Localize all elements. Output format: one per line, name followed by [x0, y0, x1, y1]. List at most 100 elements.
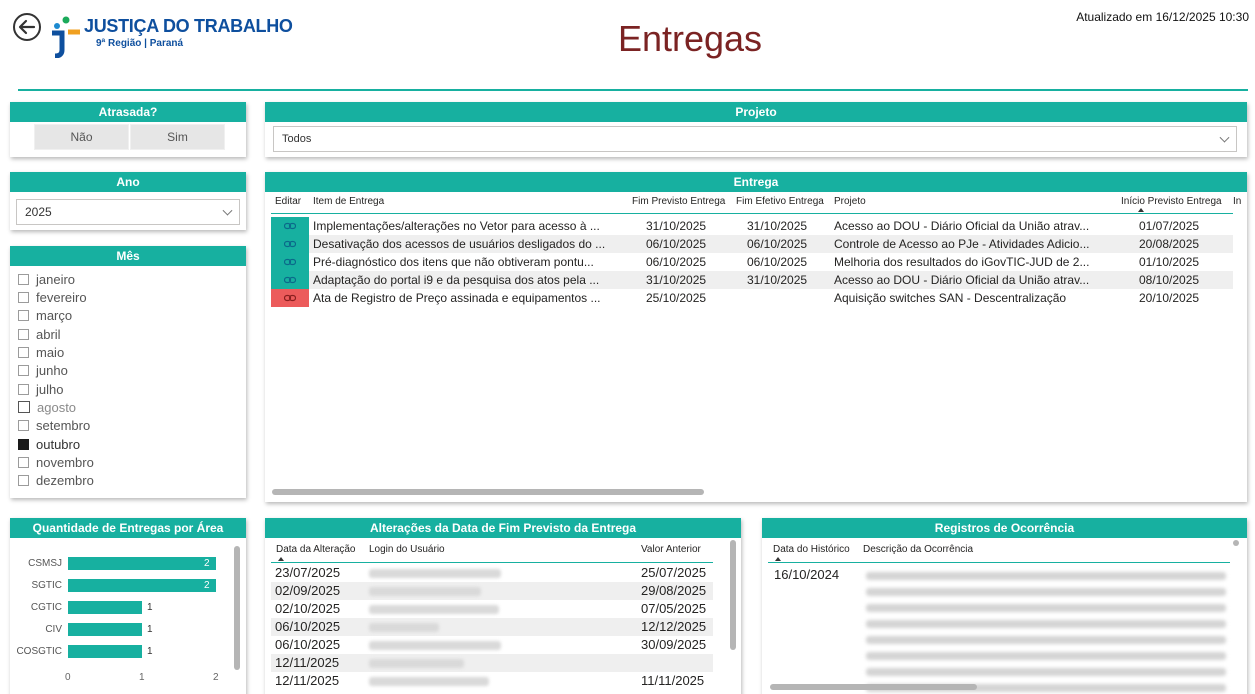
month-option[interactable]: setembro: [18, 416, 90, 434]
col-header-fim-efetivo[interactable]: Fim Efetivo Entrega: [736, 196, 824, 207]
edit-button[interactable]: [271, 217, 309, 235]
vertical-scrollbar[interactable]: [1233, 540, 1239, 546]
back-arrow-icon: [13, 13, 41, 41]
checkbox[interactable]: [18, 474, 29, 486]
fim-previsto: 25/10/2025: [646, 291, 707, 305]
projeto-name: Aquisição switches SAN - Descentralizaçã…: [834, 291, 1067, 305]
col-header-login[interactable]: Login do Usuário: [369, 544, 445, 555]
checkbox[interactable]: [18, 401, 30, 413]
month-option[interactable]: abril: [18, 325, 61, 343]
alteracoes-table: Alterações da Data de Fim Previsto da En…: [265, 518, 741, 694]
projeto-dropdown[interactable]: Todos: [273, 126, 1237, 152]
vertical-scrollbar[interactable]: [730, 540, 736, 650]
edit-button[interactable]: [271, 271, 309, 289]
bar-category-label: COSGTIC: [16, 646, 62, 657]
checkbox[interactable]: [18, 328, 29, 340]
table-row[interactable]: Desativação dos acessos de usuários desl…: [271, 235, 1233, 253]
checkbox[interactable]: [18, 364, 29, 376]
projeto-name: Acesso ao DOU - Diário Oficial da União …: [834, 219, 1090, 233]
back-button[interactable]: [12, 12, 42, 42]
checkbox[interactable]: [18, 383, 29, 395]
horizontal-scrollbar[interactable]: [770, 684, 977, 690]
bar-value-label: 1: [147, 624, 153, 635]
month-option[interactable]: maio: [18, 343, 64, 361]
month-option[interactable]: novembro: [18, 453, 94, 471]
table-row[interactable]: 12/11/2025: [271, 654, 713, 672]
col-header-fim-previsto[interactable]: Fim Previsto Entrega: [632, 196, 725, 207]
mes-slicer: Mês janeiro fevereiro março abril maio j…: [10, 246, 246, 498]
table-row[interactable]: 02/10/2025 07/05/2025: [271, 600, 713, 618]
table-row[interactable]: Pré-diagnóstico dos itens que não obtive…: [271, 253, 1233, 271]
edit-button[interactable]: [271, 253, 309, 271]
data-alteracao: 06/10/2025: [275, 637, 341, 652]
checkbox[interactable]: [18, 309, 29, 321]
justica-trabalho-logo: JUSTIÇA DO TRABALHO 9ª Região | Paraná: [48, 14, 293, 58]
bar[interactable]: [68, 645, 142, 658]
projeto-selected-value: Todos: [282, 133, 312, 145]
data-alteracao: 02/09/2025: [275, 583, 341, 598]
month-option[interactable]: fevereiro: [18, 288, 87, 306]
blurred-login: [369, 605, 499, 614]
month-option[interactable]: janeiro: [18, 270, 75, 288]
col-header-editar[interactable]: Editar: [275, 196, 301, 207]
data-alteracao: 12/11/2025: [275, 655, 340, 670]
entregas-por-area-chart: Quantidade de Entregas por Área CSMSJ 2 SG…: [10, 518, 246, 694]
checkbox-checked[interactable]: [18, 438, 29, 450]
edit-button[interactable]: [271, 289, 309, 307]
col-header-item[interactable]: Item de Entrega: [313, 196, 384, 207]
atrasada-nao-button[interactable]: Não: [34, 124, 129, 150]
checkbox[interactable]: [18, 346, 29, 358]
vertical-scrollbar[interactable]: [234, 546, 240, 670]
alteracoes-title: Alterações da Data de Fim Previsto da En…: [265, 518, 741, 538]
month-option[interactable]: março: [18, 306, 72, 324]
bar[interactable]: [68, 623, 142, 636]
bar-value-label: 1: [147, 646, 153, 657]
bar[interactable]: [68, 579, 216, 592]
blurred-login: [369, 659, 464, 668]
fim-efetivo: 06/10/2025: [747, 237, 808, 251]
inicio-previsto: 20/10/2025: [1139, 291, 1200, 305]
col-header-valor-anterior[interactable]: Valor Anterior: [641, 544, 701, 555]
col-header-truncated[interactable]: In: [1233, 196, 1241, 207]
month-option[interactable]: dezembro: [18, 471, 94, 489]
checkbox[interactable]: [18, 456, 29, 468]
projeto-name: Controle de Acesso ao PJe - Atividades A…: [834, 237, 1090, 251]
table-row[interactable]: 02/09/2025 29/08/2025: [271, 582, 713, 600]
bar-plot-area: CSMSJ 2 SGTIC 2 CGTIC 1 CIV 1 COSGTIC 1 0 1 2: [10, 518, 246, 694]
edit-button[interactable]: [271, 235, 309, 253]
table-row[interactable]: 12/11/2025 11/11/2025: [271, 672, 713, 690]
table-row[interactable]: 06/10/2025 30/09/2025: [271, 636, 713, 654]
bar[interactable]: [68, 601, 142, 614]
table-row[interactable]: 23/07/2025 25/07/2025: [271, 564, 713, 582]
atrasada-sim-button[interactable]: Sim: [130, 124, 225, 150]
fim-previsto: 31/10/2025: [646, 219, 707, 233]
month-option-selected[interactable]: outubro: [18, 435, 80, 453]
bar-value-label: 2: [204, 558, 210, 569]
ano-dropdown[interactable]: 2025: [16, 199, 240, 225]
col-header-projeto[interactable]: Projeto: [834, 196, 866, 207]
col-header-data-historico[interactable]: Data do Histórico: [773, 544, 850, 555]
col-header-inicio-previsto[interactable]: Início Previsto Entrega: [1121, 196, 1222, 207]
bar-value-label: 2: [204, 580, 210, 591]
month-option[interactable]: julho: [18, 380, 63, 398]
header-divider: [18, 89, 1248, 91]
table-row[interactable]: 06/10/2025 12/12/2025: [271, 618, 713, 636]
table-row[interactable]: Ata de Registro de Preço assinada e equi…: [271, 289, 1233, 307]
horizontal-scrollbar[interactable]: [272, 489, 704, 495]
checkbox[interactable]: [18, 291, 29, 303]
checkbox[interactable]: [18, 273, 29, 285]
entrega-item: Implementações/alterações no Vetor para …: [313, 219, 600, 233]
month-option[interactable]: junho: [18, 361, 68, 379]
bar[interactable]: [68, 557, 216, 570]
sort-ascending-icon: [775, 557, 781, 561]
entrega-table: Entrega Editar Item de Entrega Fim Previ…: [265, 172, 1247, 502]
inicio-previsto: 08/10/2025: [1139, 273, 1200, 287]
link-icon: [284, 240, 296, 248]
col-header-descricao[interactable]: Descrição da Ocorrência: [863, 544, 973, 555]
checkbox[interactable]: [18, 419, 29, 431]
table-row[interactable]: Adaptação do portal i9 e da pesquisa dos…: [271, 271, 1233, 289]
col-header-data-alteracao[interactable]: Data da Alteração: [276, 544, 356, 555]
month-option[interactable]: agosto: [18, 398, 76, 416]
table-row[interactable]: Implementações/alterações no Vetor para …: [271, 217, 1233, 235]
atrasada-slicer: Atrasada? Não Sim: [10, 102, 246, 157]
